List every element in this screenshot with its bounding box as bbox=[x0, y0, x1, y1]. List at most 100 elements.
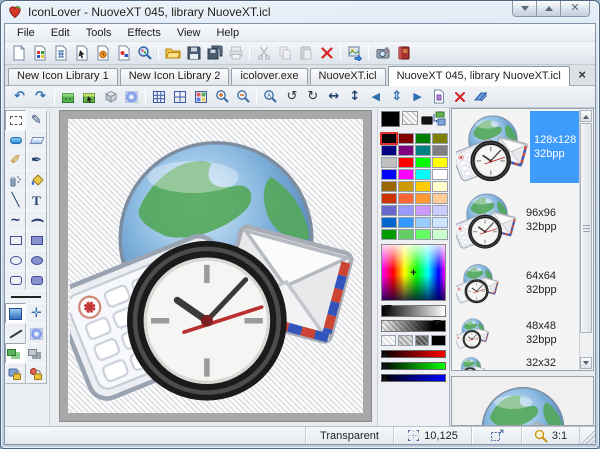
line-width-selector[interactable] bbox=[5, 290, 47, 304]
palette-swatch[interactable] bbox=[381, 169, 397, 180]
flip-horizontal-button[interactable]: ↔ bbox=[323, 87, 344, 106]
new-image-button[interactable] bbox=[113, 43, 134, 63]
luminance-slider[interactable] bbox=[381, 305, 446, 317]
save-all-button[interactable] bbox=[204, 43, 225, 63]
filled-rectangle-tool[interactable] bbox=[26, 230, 47, 251]
menu-file[interactable]: File bbox=[9, 26, 43, 40]
palette-swatch[interactable] bbox=[432, 145, 448, 156]
new-icon-button[interactable] bbox=[29, 43, 50, 63]
print-button[interactable] bbox=[225, 43, 246, 63]
grid-lines-button[interactable] bbox=[170, 87, 191, 106]
close-button[interactable]: ✕ bbox=[560, 1, 590, 17]
filled-rounded-rectangle-tool[interactable] bbox=[26, 270, 47, 291]
new-animation-button[interactable] bbox=[92, 43, 113, 63]
cut-button[interactable] bbox=[253, 43, 274, 63]
flip-vertical-button[interactable]: ↕ bbox=[344, 87, 365, 106]
colored-grid-button[interactable] bbox=[191, 87, 212, 106]
filled-ellipse-tool[interactable] bbox=[26, 250, 47, 271]
curve-tool[interactable]: ~ bbox=[5, 210, 26, 231]
palette-swatch[interactable] bbox=[398, 229, 414, 240]
save-button[interactable] bbox=[183, 43, 204, 63]
fill-tool[interactable] bbox=[26, 170, 47, 191]
redo-button[interactable]: ↷ bbox=[30, 87, 51, 106]
preview-3d-button[interactable] bbox=[100, 87, 121, 106]
tab-new-icon-library-1[interactable]: New Icon Library 1 bbox=[8, 68, 118, 85]
paste-button[interactable] bbox=[295, 43, 316, 63]
rotate-ccw-button[interactable]: ↺ bbox=[281, 87, 302, 106]
palette-swatch[interactable] bbox=[381, 205, 397, 216]
format-item-96[interactable]: 96x9632bpp bbox=[452, 185, 593, 255]
new-image-format-button[interactable] bbox=[428, 87, 449, 106]
palette-swatch[interactable] bbox=[381, 157, 397, 168]
alpha-preset-100[interactable] bbox=[431, 335, 446, 346]
palette-swatch[interactable] bbox=[415, 169, 431, 180]
menu-edit[interactable]: Edit bbox=[43, 26, 78, 40]
green-slider[interactable] bbox=[381, 362, 446, 370]
marker-tool[interactable] bbox=[5, 130, 26, 151]
zoom-out-button[interactable] bbox=[233, 87, 254, 106]
eraser-tool[interactable] bbox=[26, 130, 47, 151]
titlebar[interactable]: IconLover - NuoveXT 045, library NuoveXT… bbox=[4, 1, 596, 23]
palette-swatch[interactable] bbox=[398, 181, 414, 192]
pen-tool[interactable]: ✐ bbox=[5, 150, 26, 171]
palette-swatch[interactable] bbox=[432, 133, 448, 144]
alpha-preset-66[interactable] bbox=[415, 335, 430, 346]
palette-swatch[interactable] bbox=[415, 181, 431, 192]
rectangular-selection-tool[interactable] bbox=[5, 110, 26, 131]
format-item-48[interactable]: 48x4832bpp bbox=[452, 311, 593, 355]
ellipse-tool[interactable] bbox=[5, 250, 26, 271]
canvas[interactable] bbox=[68, 119, 363, 413]
alpha-slider[interactable] bbox=[381, 320, 446, 332]
text-tool[interactable]: T bbox=[26, 190, 47, 211]
palette-swatch[interactable] bbox=[432, 157, 448, 168]
foreground-color-swatch[interactable] bbox=[381, 111, 400, 127]
export-image-button[interactable] bbox=[344, 43, 365, 63]
undo-button[interactable]: ↶ bbox=[9, 87, 30, 106]
hue-saturation-picker[interactable]: + bbox=[381, 244, 446, 301]
blur-tool[interactable] bbox=[26, 323, 47, 344]
palette-swatch[interactable] bbox=[398, 145, 414, 156]
zoom-actual-button[interactable]: A bbox=[260, 87, 281, 106]
background-color-swatch[interactable] bbox=[402, 111, 418, 125]
alpha-preset-0[interactable] bbox=[381, 335, 396, 346]
palette-swatch[interactable] bbox=[398, 169, 414, 180]
tab-icolover-exe[interactable]: icolover.exe bbox=[231, 68, 307, 85]
palette-swatch[interactable] bbox=[432, 217, 448, 228]
clear-image-button[interactable] bbox=[470, 87, 491, 106]
resize-grip[interactable] bbox=[579, 427, 595, 444]
shift-left-button[interactable]: ◀ bbox=[365, 87, 386, 106]
maximize-button[interactable] bbox=[536, 1, 561, 17]
airbrush-tool[interactable] bbox=[5, 170, 26, 191]
new-library-button[interactable] bbox=[50, 43, 71, 63]
red-slider[interactable] bbox=[381, 350, 446, 358]
menu-effects[interactable]: Effects bbox=[119, 26, 168, 40]
pencil-tool[interactable]: ✎ bbox=[26, 110, 47, 131]
lock-colors-button[interactable] bbox=[5, 363, 26, 384]
palette-swatch[interactable] bbox=[415, 217, 431, 228]
palette-swatch[interactable] bbox=[415, 145, 431, 156]
palette-swatch[interactable] bbox=[381, 181, 397, 192]
smooth-tool[interactable] bbox=[5, 323, 26, 344]
palette-swatch[interactable] bbox=[432, 181, 448, 192]
color-replacer-tool[interactable] bbox=[5, 303, 26, 324]
format-item-64[interactable]: 64x6432bpp bbox=[452, 255, 593, 311]
menu-view[interactable]: View bbox=[169, 26, 209, 40]
rounded-rectangle-tool[interactable] bbox=[5, 270, 26, 291]
red-marker-icon[interactable] bbox=[381, 347, 389, 357]
format-item-128[interactable]: 128x12832bpp bbox=[452, 109, 593, 185]
ink-pen-tool[interactable]: ✒ bbox=[26, 150, 47, 171]
scrollbar-thumb[interactable] bbox=[580, 123, 592, 333]
zoom-in-button[interactable] bbox=[212, 87, 233, 106]
paste-object-tool[interactable] bbox=[26, 343, 47, 364]
move-tool[interactable]: ✛ bbox=[26, 303, 47, 324]
palette-swatch[interactable] bbox=[432, 229, 448, 240]
alpha-preset-33[interactable] bbox=[398, 335, 413, 346]
shift-vertical-button[interactable]: ⇕ bbox=[386, 87, 407, 106]
palette-swatch[interactable] bbox=[415, 133, 431, 144]
find-icons-button[interactable] bbox=[134, 43, 155, 63]
tab-nuovext-045-active[interactable]: NuoveXT 045, library NuoveXT.icl bbox=[388, 66, 570, 86]
shift-right-button[interactable]: ▶ bbox=[407, 87, 428, 106]
arc-tool[interactable]: ( bbox=[26, 210, 47, 231]
open-button[interactable] bbox=[162, 43, 183, 63]
smooth-preview-button[interactable] bbox=[121, 87, 142, 106]
